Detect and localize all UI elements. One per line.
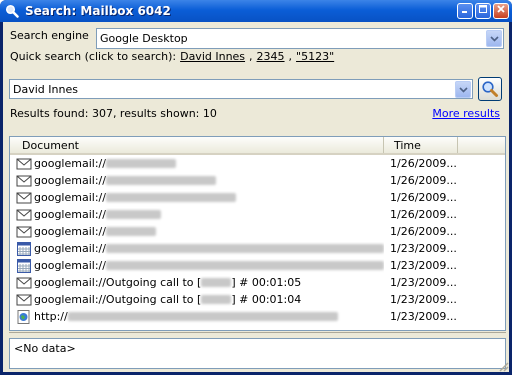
calendar-icon xyxy=(16,258,34,273)
maximize-button[interactable] xyxy=(475,3,491,19)
document-cell: googlemail:// xyxy=(10,208,384,222)
chevron-down-icon[interactable] xyxy=(486,30,502,47)
document-cell: http:// xyxy=(10,309,384,324)
redacted-text xyxy=(105,261,384,270)
document-suffix: ] # 00:01:04 xyxy=(231,293,302,306)
quick-link-quoted[interactable]: "5123" xyxy=(296,50,334,63)
document-cell: googlemail://Outgoing call to [ ] # 00:01… xyxy=(10,276,384,290)
list-rows: googlemail:// 1/26/2009... googlemail:// 1/… xyxy=(10,155,505,325)
email-icon xyxy=(16,191,34,205)
resize-grip-icon[interactable] xyxy=(497,360,509,372)
document-prefix: googlemail:// xyxy=(34,259,106,272)
time-cell: 1/23/2009... xyxy=(390,310,457,323)
table-row[interactable]: googlemail:// 1/23/2009... xyxy=(10,257,505,274)
document-cell: googlemail:// xyxy=(10,258,384,273)
redacted-text xyxy=(67,312,338,321)
table-row[interactable]: googlemail:// 1/26/2009... xyxy=(10,172,505,189)
window-title: Search: Mailbox 6042 xyxy=(25,4,171,18)
search-icon xyxy=(482,81,498,97)
document-prefix: googlemail:// xyxy=(34,157,106,170)
close-button[interactable] xyxy=(493,3,509,19)
email-icon xyxy=(16,225,34,239)
time-cell: 1/23/2009... xyxy=(390,259,457,272)
more-results-link[interactable]: More results xyxy=(432,107,500,120)
table-row[interactable]: googlemail:// 1/26/2009... xyxy=(10,155,505,172)
time-cell: 1/26/2009... xyxy=(390,208,457,221)
document-prefix: googlemail://Outgoing call to [ xyxy=(34,293,202,306)
column-header-time[interactable]: Time xyxy=(384,137,458,153)
table-row[interactable]: googlemail:// 1/26/2009... xyxy=(10,223,505,240)
redacted-text xyxy=(105,193,236,202)
table-row[interactable]: googlemail:// 1/26/2009... xyxy=(10,189,505,206)
redacted-text xyxy=(105,210,161,219)
redacted-text xyxy=(105,159,176,168)
document-suffix: ] # 00:01:05 xyxy=(231,276,302,289)
time-cell: 1/26/2009... xyxy=(390,191,457,204)
search-button[interactable] xyxy=(478,77,502,101)
document-prefix: googlemail:// xyxy=(34,208,106,221)
calendar-icon xyxy=(16,241,34,256)
title-bar[interactable]: Search: Mailbox 6042 xyxy=(0,0,512,22)
document-cell: googlemail://Outgoing call to [ ] # 00:01… xyxy=(10,293,384,307)
redacted-text xyxy=(105,244,384,253)
time-cell: 1/26/2009... xyxy=(390,157,457,170)
redacted-text xyxy=(201,278,232,287)
document-cell: googlemail:// xyxy=(10,241,384,256)
document-prefix: http:// xyxy=(34,310,68,323)
quick-search-label: Quick search (click to search): xyxy=(10,50,177,63)
redacted-text xyxy=(105,176,216,185)
time-cell: 1/23/2009... xyxy=(390,242,457,255)
column-header-document[interactable]: Document xyxy=(10,137,384,153)
search-engine-label: Search engine xyxy=(10,29,89,42)
minimize-button[interactable] xyxy=(457,3,473,19)
search-input-value: David Innes xyxy=(13,82,78,96)
window-client: Search engine Google Desktop Quick searc… xyxy=(3,22,509,372)
email-icon xyxy=(16,174,34,188)
search-window: Search: Mailbox 6042 Search engine Googl… xyxy=(0,0,512,375)
time-cell: 1/26/2009... xyxy=(390,174,457,187)
table-row[interactable]: googlemail://Outgoing call to [ ] # 00:01… xyxy=(10,274,505,291)
document-cell: googlemail:// xyxy=(10,174,384,188)
time-cell: 1/23/2009... xyxy=(390,276,457,289)
time-cell: 1/26/2009... xyxy=(390,225,457,238)
quick-link-number[interactable]: 2345 xyxy=(257,50,285,63)
document-cell: googlemail:// xyxy=(10,157,384,171)
results-summary: Results found: 307, results shown: 10 xyxy=(10,107,217,120)
table-row[interactable]: googlemail:// 1/23/2009... xyxy=(10,240,505,257)
quick-link-name[interactable]: David Innes xyxy=(180,50,245,63)
redacted-text xyxy=(105,227,156,236)
search-engine-value: Google Desktop xyxy=(100,32,188,45)
document-prefix: googlemail://Outgoing call to [ xyxy=(34,276,202,289)
search-input[interactable]: David Innes xyxy=(9,79,473,99)
table-row[interactable]: googlemail://Outgoing call to [ ] # 00:01… xyxy=(10,291,505,308)
quick-search: Quick search (click to search): David In… xyxy=(10,50,335,63)
document-prefix: googlemail:// xyxy=(34,174,106,187)
email-icon xyxy=(16,293,34,307)
results-list[interactable]: Document Time googlemail://1/26/2009... g… xyxy=(9,136,506,331)
email-icon xyxy=(16,208,34,222)
list-header: Document Time xyxy=(10,137,505,155)
document-prefix: googlemail:// xyxy=(34,191,106,204)
email-icon xyxy=(16,157,34,171)
preview-pane: <No data> xyxy=(9,338,506,369)
table-row[interactable]: http:// 1/23/2009... xyxy=(10,308,505,325)
document-prefix: googlemail:// xyxy=(34,225,106,238)
document-cell: googlemail:// xyxy=(10,191,384,205)
document-cell: googlemail:// xyxy=(10,225,384,239)
redacted-text xyxy=(201,295,232,304)
preview-text: <No data> xyxy=(14,342,76,355)
splitter[interactable] xyxy=(9,332,506,335)
table-row[interactable]: googlemail:// 1/26/2009... xyxy=(10,206,505,223)
web-page-icon xyxy=(16,309,34,324)
document-prefix: googlemail:// xyxy=(34,242,106,255)
magnifier-icon xyxy=(4,3,20,19)
chevron-down-icon[interactable] xyxy=(455,81,471,98)
email-icon xyxy=(16,276,34,290)
search-engine-select[interactable]: Google Desktop xyxy=(96,28,504,49)
time-cell: 1/23/2009... xyxy=(390,293,457,306)
